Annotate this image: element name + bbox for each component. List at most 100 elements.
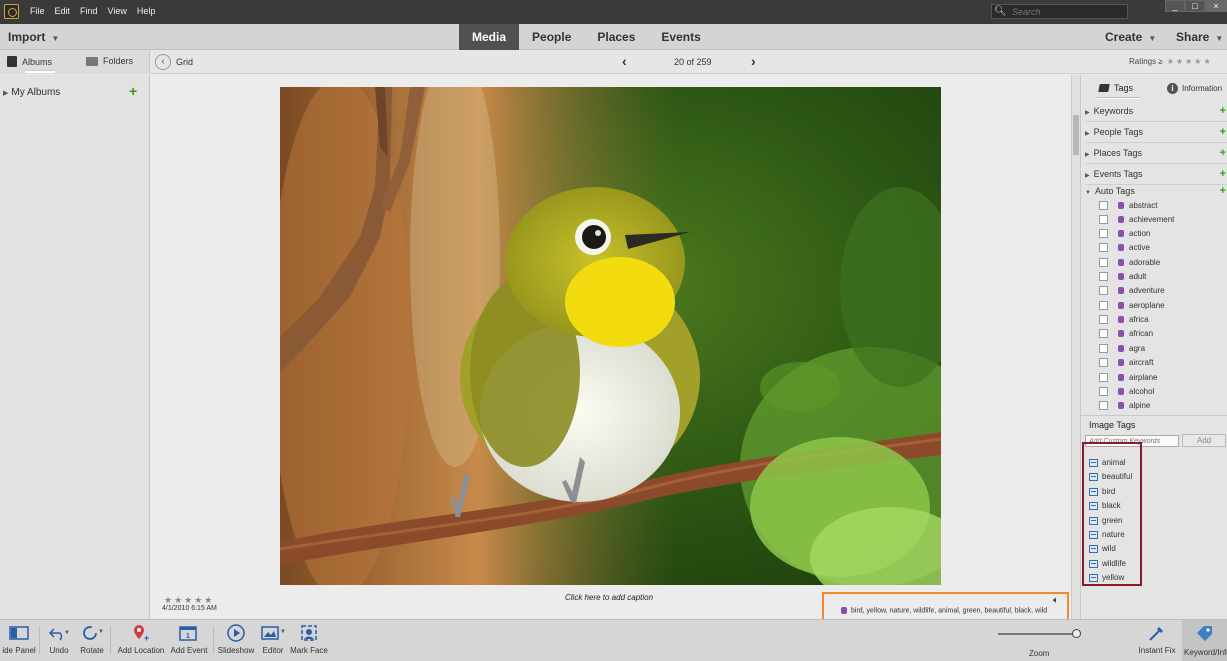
image-tag-item[interactable]: wildlife	[1089, 557, 1139, 570]
menu-file[interactable]: File	[30, 6, 45, 16]
image-tag-item[interactable]: animal	[1089, 456, 1139, 469]
zoom-slider[interactable]	[998, 629, 1081, 638]
image-tag-item[interactable]: black	[1089, 499, 1139, 512]
hide-panel-button[interactable]: ide Panel	[0, 620, 38, 661]
auto-tag-item[interactable]: african	[1099, 326, 1219, 340]
auto-tag-item[interactable]: alcohol	[1099, 384, 1219, 398]
expand-triangle-icon[interactable]: ▶	[1085, 173, 1090, 179]
minimize-button[interactable]: _	[1165, 0, 1185, 12]
image-tag-item[interactable]: bird	[1089, 485, 1139, 498]
add-event-button[interactable]: 1 Add Event	[168, 620, 210, 661]
auto-tag-item[interactable]: aircraft	[1099, 355, 1219, 369]
auto-tag-item[interactable]: alpine	[1099, 398, 1219, 412]
tab-albums[interactable]: Albums	[7, 56, 52, 67]
search-input[interactable]	[1012, 6, 1122, 18]
expand-triangle-icon[interactable]: ▶	[1085, 131, 1090, 137]
tag-checkbox[interactable]	[1099, 214, 1108, 224]
tag-checkbox[interactable]	[1099, 285, 1108, 295]
tag-checkbox[interactable]	[1099, 200, 1108, 210]
image-tag-item[interactable]: yellow	[1089, 571, 1139, 584]
previous-arrow-icon[interactable]: ‹	[622, 53, 627, 69]
menu-help[interactable]: Help	[137, 6, 156, 16]
search-icon[interactable]: 🔍︎	[994, 6, 1007, 17]
tab-places[interactable]: Places	[584, 24, 648, 50]
tag-checkbox[interactable]	[1099, 386, 1108, 396]
add-keyword-button[interactable]: Add	[1182, 434, 1226, 447]
share-button[interactable]: Share ▼	[1176, 30, 1223, 44]
grid-link[interactable]: Grid	[176, 57, 193, 67]
add-location-button[interactable]: + Add Location	[116, 620, 166, 661]
tag-checkbox[interactable]	[1099, 228, 1108, 238]
back-button[interactable]: ‹	[155, 54, 171, 70]
auto-tag-item[interactable]: agra	[1099, 341, 1219, 355]
collapse-triangle-icon[interactable]: ▼	[1085, 190, 1091, 196]
auto-tag-item[interactable]: airplane	[1099, 370, 1219, 384]
auto-tag-item[interactable]: action	[1099, 226, 1219, 240]
tag-checkbox[interactable]	[1099, 372, 1108, 382]
caption-placeholder[interactable]: Click here to add caption	[565, 593, 653, 602]
maximize-button[interactable]: □	[1185, 0, 1205, 12]
tag-checkbox[interactable]	[1099, 257, 1108, 267]
close-button[interactable]: ×	[1205, 0, 1227, 12]
menu-find[interactable]: Find	[80, 6, 98, 16]
menu-edit[interactable]: Edit	[55, 6, 71, 16]
tab-media[interactable]: Media	[459, 24, 520, 50]
import-button[interactable]: Import ▼	[8, 30, 59, 44]
expand-triangle-icon[interactable]: ▶	[1085, 152, 1090, 158]
auto-tag-item[interactable]: aeroplane	[1099, 298, 1219, 312]
tag-checkbox[interactable]	[1099, 242, 1108, 252]
mark-face-button[interactable]: Mark Face	[290, 620, 328, 661]
image-tag-item[interactable]: wild	[1089, 542, 1139, 555]
menu-view[interactable]: View	[108, 6, 127, 16]
expand-triangle-icon[interactable]: ▶	[3, 90, 8, 97]
undo-button[interactable]: ▼ Undo	[45, 620, 73, 661]
category-keywords[interactable]: ▶ Keywords +	[1085, 102, 1227, 122]
vertical-scrollbar[interactable]	[1071, 75, 1080, 619]
tag-checkbox[interactable]	[1099, 343, 1108, 353]
my-albums-item[interactable]: ▶ My Albums	[3, 87, 60, 98]
tab-people[interactable]: People	[519, 24, 584, 50]
instant-fix-button[interactable]: Instant Fix	[1136, 620, 1178, 661]
category-people-tags[interactable]: ▶ People Tags +	[1085, 123, 1227, 143]
next-arrow-icon[interactable]: ›	[751, 53, 756, 69]
add-icon[interactable]: +	[1220, 182, 1226, 201]
ratings-stars[interactable]: ★★★★★	[1167, 57, 1213, 66]
image-tag-item[interactable]: nature	[1089, 528, 1139, 541]
add-icon[interactable]: +	[1220, 123, 1226, 142]
create-button[interactable]: Create ▼	[1105, 30, 1156, 44]
tab-folders[interactable]: Folders	[86, 56, 133, 66]
auto-tag-item[interactable]: active	[1099, 240, 1219, 254]
tag-checkbox[interactable]	[1099, 271, 1108, 281]
image-tag-item[interactable]: green	[1089, 514, 1139, 527]
tag-checkbox[interactable]	[1099, 328, 1108, 338]
tab-tags[interactable]: Tags	[1098, 83, 1133, 93]
bird-photo[interactable]	[280, 87, 941, 585]
editor-button[interactable]: ▼ Editor	[259, 620, 287, 661]
slideshow-button[interactable]: Slideshow	[217, 620, 255, 661]
speaker-icon[interactable]: 🔈︎	[1053, 595, 1059, 606]
search-box[interactable]: 🔍︎	[991, 4, 1128, 19]
add-icon[interactable]: +	[1220, 102, 1226, 121]
auto-tag-item[interactable]: achievement	[1099, 212, 1219, 226]
image-tag-item[interactable]: beautiful	[1089, 470, 1139, 483]
add-album-icon[interactable]: +	[129, 83, 137, 99]
auto-tag-item[interactable]: abstract	[1099, 198, 1219, 212]
expand-triangle-icon[interactable]: ▶	[1085, 110, 1090, 116]
tab-information[interactable]: i Information	[1167, 83, 1222, 94]
scrollbar-thumb[interactable]	[1073, 115, 1079, 155]
keyword-info-button[interactable]: Keyword/Info	[1182, 620, 1227, 661]
tag-checkbox[interactable]	[1099, 314, 1108, 324]
ratings-filter[interactable]: Ratings ≥ ★★★★★	[1129, 57, 1213, 66]
tag-checkbox[interactable]	[1099, 300, 1108, 310]
auto-tag-item[interactable]: adult	[1099, 269, 1219, 283]
add-icon[interactable]: +	[1220, 144, 1226, 163]
tab-events[interactable]: Events	[648, 24, 713, 50]
category-places-tags[interactable]: ▶ Places Tags +	[1085, 144, 1227, 164]
zoom-slider-knob[interactable]	[1072, 629, 1081, 638]
auto-tag-item[interactable]: adorable	[1099, 255, 1219, 269]
auto-tag-item[interactable]: africa	[1099, 312, 1219, 326]
auto-tag-item[interactable]: adventure	[1099, 283, 1219, 297]
tag-checkbox[interactable]	[1099, 400, 1108, 410]
rotate-button[interactable]: ▼ Rotate	[77, 620, 107, 661]
tag-checkbox[interactable]	[1099, 357, 1108, 367]
